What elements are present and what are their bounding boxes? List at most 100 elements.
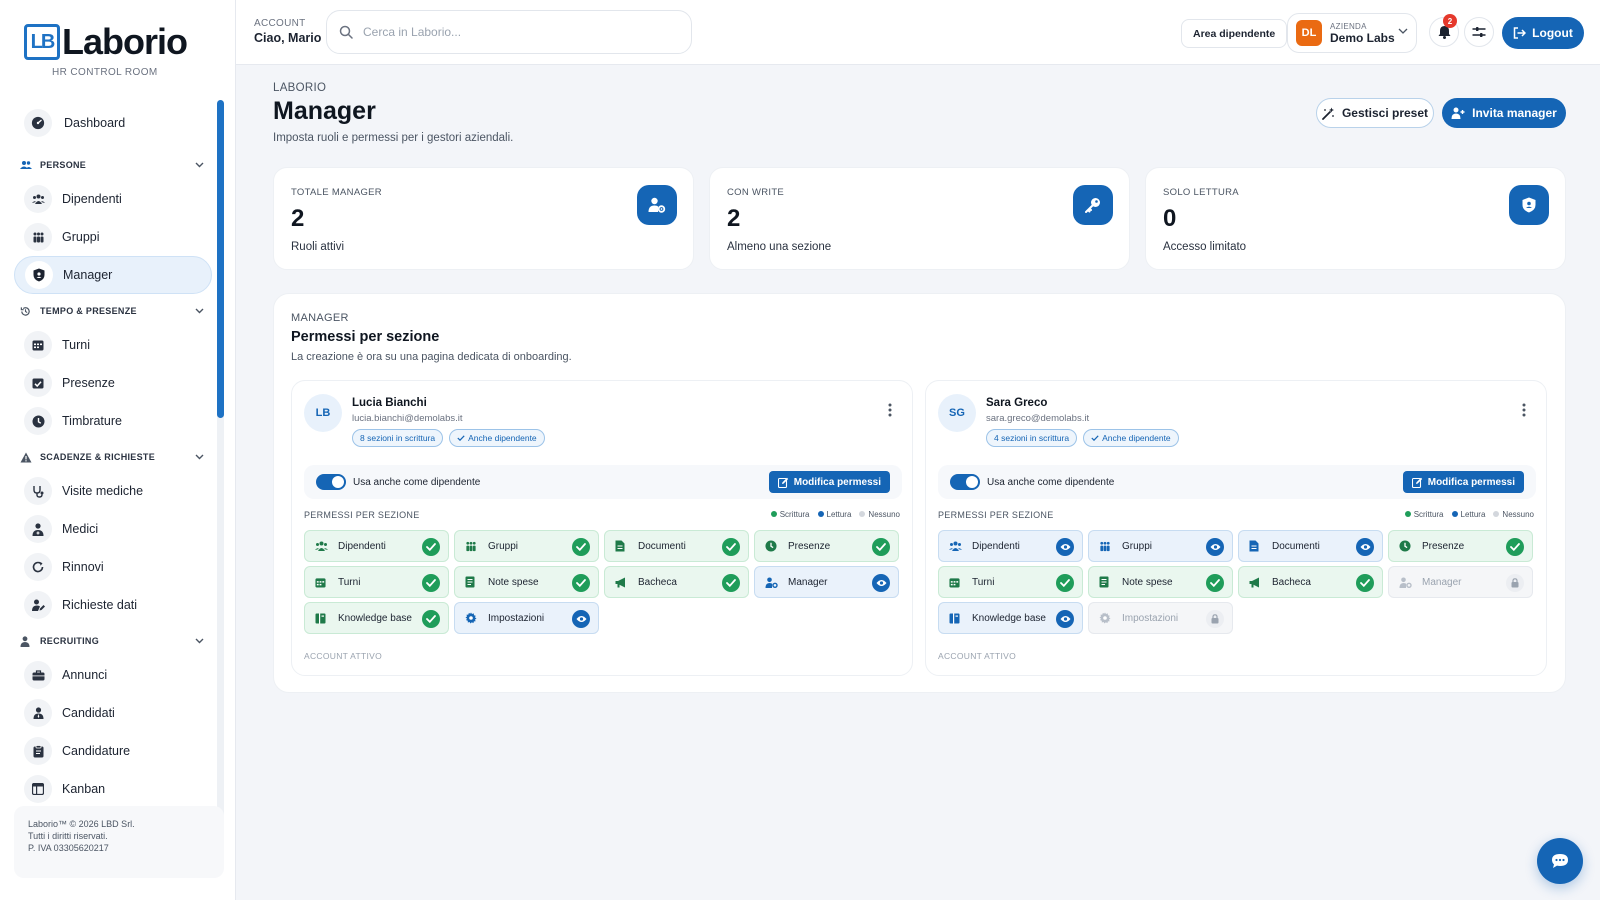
edit-permissions-button[interactable]: Modifica permessi <box>768 471 890 493</box>
lock-icon <box>1506 574 1524 592</box>
logo-mark: LB <box>24 24 60 60</box>
section-persone[interactable]: PERSONE <box>14 150 212 180</box>
permission-tile[interactable]: Dipendenti <box>304 530 449 562</box>
permissions-legend: Scrittura Lettura Nessuno <box>1404 510 1534 519</box>
section-scadenze-richieste[interactable]: SCADENZE & RICHIESTE <box>14 442 212 472</box>
user-plus-icon <box>1451 107 1465 119</box>
sidebar-scrollbar[interactable] <box>217 100 224 818</box>
more-options-icon[interactable] <box>888 403 892 417</box>
section-tempo-presenze[interactable]: TEMPO & PRESENZE <box>14 296 212 326</box>
sidebar-item-annunci[interactable]: Annunci <box>14 656 212 694</box>
account-greeting: ACCOUNT Ciao, Mario <box>254 18 321 45</box>
shield-icon <box>25 261 53 289</box>
legend-none: Nessuno <box>1493 510 1534 519</box>
sidebar-item-label: Rinnovi <box>62 560 104 574</box>
book-icon <box>949 613 963 624</box>
sidebar-item-timbrature[interactable]: Timbrature <box>14 402 212 440</box>
user-tie-icon <box>24 699 52 727</box>
invite-manager-button[interactable]: Invita manager <box>1442 98 1566 128</box>
check-icon <box>572 538 590 556</box>
permission-label: Presenze <box>788 540 831 552</box>
sidebar: LB Laborio HR CONTROL ROOM Dashboard PER… <box>0 0 236 900</box>
permission-tile[interactable]: Gruppi <box>1088 530 1233 562</box>
breadcrumb: LABORIO <box>273 82 327 94</box>
manage-presets-button[interactable]: Gestisci preset <box>1316 98 1434 128</box>
permission-tile[interactable]: Presenze <box>754 530 899 562</box>
permission-label: Manager <box>788 576 828 588</box>
permission-tile[interactable]: Documenti <box>1238 530 1383 562</box>
sidebar-item-candidature[interactable]: Candidature <box>14 732 212 770</box>
sidebar-item-rinnovi[interactable]: Rinnovi <box>14 548 212 586</box>
sidebar-item-dashboard[interactable]: Dashboard <box>14 102 212 144</box>
more-options-icon[interactable] <box>1522 403 1526 417</box>
employee-area-button[interactable]: Area dipendente <box>1181 19 1288 48</box>
permission-tile[interactable]: Bacheca <box>1238 566 1383 598</box>
section-recruiting[interactable]: RECRUITING <box>14 626 212 656</box>
permission-tile[interactable]: Knowledge base <box>938 602 1083 634</box>
sidebar-item-gruppi[interactable]: Gruppi <box>14 218 212 256</box>
book-icon <box>315 613 329 624</box>
company-selector[interactable]: DL AZIENDA Demo Labs <box>1287 13 1417 53</box>
eye-icon <box>1206 538 1224 556</box>
sidebar-item-kanban[interactable]: Kanban <box>14 770 212 808</box>
check-icon <box>422 538 440 556</box>
check-icon <box>457 435 465 441</box>
search-icon <box>339 25 353 39</box>
permission-tile[interactable]: Dipendenti <box>938 530 1083 562</box>
employee-chip-label: Anche dipendente <box>468 433 537 443</box>
sidebar-item-manager[interactable]: Manager <box>14 256 212 294</box>
permission-tile[interactable]: Note spese <box>454 566 599 598</box>
permission-tile[interactable]: Bacheca <box>604 566 749 598</box>
check-icon <box>722 538 740 556</box>
permission-tile[interactable]: Manager <box>1388 566 1533 598</box>
sidebar-item-presenze[interactable]: Presenze <box>14 364 212 402</box>
permission-tile[interactable]: Manager <box>754 566 899 598</box>
permission-tile[interactable]: Presenze <box>1388 530 1533 562</box>
permission-label: Documenti <box>638 540 686 552</box>
employee-toggle[interactable] <box>950 474 980 490</box>
permission-label: Note spese <box>1122 576 1173 588</box>
check-icon <box>422 574 440 592</box>
sidebar-item-richieste-dati[interactable]: Richieste dati <box>14 586 212 624</box>
sidebar-item-visite-mediche[interactable]: Visite mediche <box>14 472 212 510</box>
sidebar-item-turni[interactable]: Turni <box>14 326 212 364</box>
sidebar-item-label: Manager <box>63 268 113 282</box>
logout-button[interactable]: Logout <box>1502 17 1584 49</box>
search-input[interactable] <box>363 25 663 39</box>
clock-icon <box>1399 540 1413 552</box>
permission-tile[interactable]: Turni <box>938 566 1083 598</box>
account-label: ACCOUNT <box>254 18 306 29</box>
check-icon <box>872 538 890 556</box>
brand-name: Laborio <box>62 21 188 62</box>
chat-button[interactable] <box>1537 838 1583 884</box>
section-title: TEMPO & PRESENZE <box>40 306 137 316</box>
check-icon <box>1056 574 1074 592</box>
sliders-icon <box>1472 26 1486 38</box>
search-box[interactable] <box>326 10 692 54</box>
sidebar-item-label: Annunci <box>62 668 108 682</box>
permission-label: Note spese <box>488 576 539 588</box>
permissions-header: PERMESSI PER SEZIONE <box>304 510 420 520</box>
permission-tile[interactable]: Impostazioni <box>454 602 599 634</box>
sidebar-item-candidati[interactable]: Candidati <box>14 694 212 732</box>
warning-icon <box>20 452 34 463</box>
edit-permissions-button[interactable]: Modifica permessi <box>1402 471 1524 493</box>
clipboard-icon <box>24 737 52 765</box>
permission-tile[interactable]: Turni <box>304 566 449 598</box>
permission-tile[interactable]: Note spese <box>1088 566 1233 598</box>
stat-description: Almeno una sezione <box>727 241 832 253</box>
permission-tile[interactable]: Gruppi <box>454 530 599 562</box>
permission-tile[interactable]: Impostazioni <box>1088 602 1233 634</box>
footer-vat: P. IVA 03305620217 <box>28 843 109 853</box>
sidebar-scrollbar-thumb[interactable] <box>217 100 224 418</box>
sidebar-item-medici[interactable]: Medici <box>14 510 212 548</box>
permission-tile[interactable]: Documenti <box>604 530 749 562</box>
document-icon <box>1249 540 1263 552</box>
employee-toggle[interactable] <box>316 474 346 490</box>
settings-sliders-button[interactable] <box>1464 17 1494 47</box>
sidebar-item-label: Timbrature <box>62 414 122 428</box>
logo[interactable]: LB Laborio <box>24 21 188 62</box>
permission-tile[interactable]: Knowledge base <box>304 602 449 634</box>
sidebar-item-dipendenti[interactable]: Dipendenti <box>14 180 212 218</box>
page-title: Manager <box>273 97 376 125</box>
